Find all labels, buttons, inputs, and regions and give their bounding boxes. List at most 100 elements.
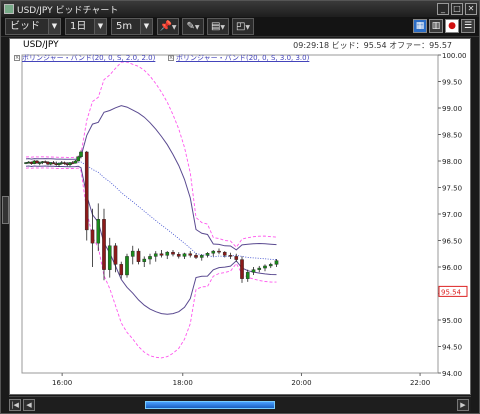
candle bbox=[107, 245, 112, 270]
y-tick-label: 99.50 bbox=[442, 79, 462, 87]
candle bbox=[130, 250, 135, 257]
candle bbox=[153, 253, 158, 257]
quote-time: 09:29:18 bbox=[293, 41, 330, 50]
candle bbox=[102, 219, 106, 270]
candle bbox=[73, 160, 78, 164]
close-icon[interactable]: × bbox=[168, 55, 174, 61]
bid-value: 95.54 bbox=[363, 41, 387, 50]
y-tick-label: 98.50 bbox=[442, 132, 462, 140]
settings-icon[interactable]: ☰ bbox=[461, 19, 475, 33]
y-tick-label: 94.00 bbox=[442, 370, 462, 378]
y-tick-label: 100.00 bbox=[442, 52, 467, 60]
candle bbox=[263, 265, 267, 269]
x-tick-label: 22:00 bbox=[410, 379, 430, 387]
price-chart[interactable]: 100.00 99.50 99.00 98.50 98.00 97.50 97.00 96.5… bbox=[10, 39, 470, 394]
pin-tool-button[interactable]: 📌▼ bbox=[157, 18, 179, 35]
y-tick-label: 97.50 bbox=[442, 185, 462, 193]
candle bbox=[182, 253, 187, 257]
layout-icon[interactable]: ▦ bbox=[413, 19, 427, 33]
candle bbox=[217, 250, 221, 253]
candle bbox=[234, 256, 239, 260]
pin-icon: 📌 bbox=[159, 21, 172, 32]
printer-icon: ▤ bbox=[210, 21, 221, 32]
candle bbox=[165, 251, 170, 256]
candle bbox=[194, 255, 198, 258]
title-bar[interactable]: USD/JPY ビッドチャート _ □ ✕ bbox=[1, 1, 479, 17]
chart-area[interactable]: 100.00 99.50 99.00 98.50 98.00 97.50 97.00 96.5… bbox=[9, 38, 471, 395]
candle bbox=[240, 259, 244, 279]
candle bbox=[228, 255, 233, 257]
candle bbox=[148, 256, 152, 260]
last-price-label: 95.54 bbox=[441, 288, 462, 296]
candle bbox=[79, 151, 83, 157]
chevron-down-icon: ▼ bbox=[140, 19, 152, 34]
close-button[interactable]: ✕ bbox=[465, 3, 477, 15]
chevron-down-icon: ▼ bbox=[48, 19, 60, 34]
candle bbox=[274, 260, 279, 265]
candle bbox=[142, 258, 147, 262]
y-tick-label: 96.50 bbox=[442, 238, 462, 246]
candle bbox=[176, 254, 181, 257]
legend-bb-3[interactable]: × ボリンジャー・バンド(20, 0, S, 3.0, 3.0) bbox=[168, 53, 309, 63]
y-tick-label: 98.00 bbox=[442, 158, 462, 166]
candle bbox=[96, 219, 101, 244]
scroll-right-button[interactable]: ▶ bbox=[457, 399, 469, 411]
price-type-value: ビッド bbox=[10, 21, 40, 32]
offer-value: 95.57 bbox=[429, 41, 452, 50]
candle bbox=[84, 151, 89, 231]
candle bbox=[188, 253, 193, 256]
period-value: 1日 bbox=[70, 21, 87, 32]
scroll-left-button[interactable]: ◀ bbox=[23, 399, 35, 411]
draw-tool-button[interactable]: ✎▼ bbox=[182, 18, 204, 35]
y-tick-label: 96.00 bbox=[442, 264, 462, 272]
window-title: USD/JPY ビッドチャート bbox=[17, 6, 119, 16]
app-icon bbox=[4, 4, 14, 14]
candle bbox=[159, 253, 164, 256]
candle bbox=[245, 272, 250, 279]
chart-tool-button[interactable]: ◰▼ bbox=[232, 18, 254, 35]
offer-label: オファー： bbox=[389, 41, 430, 50]
interval-select[interactable]: 5m ▼ bbox=[111, 18, 153, 35]
toolbar: ビッド ▼ 1日 ▼ 5m ▼ 📌▼ ✎▼ ▤▼ ◰▼ ▦ ▥ ● ☰ bbox=[1, 17, 479, 37]
alert-icon[interactable]: ● bbox=[445, 19, 459, 33]
minimize-button[interactable]: _ bbox=[437, 3, 449, 15]
side-panel-handle[interactable] bbox=[2, 196, 9, 224]
bid-label: ビッド： bbox=[331, 41, 364, 50]
interval-value: 5m bbox=[116, 21, 133, 32]
symbol-label: USD/JPY bbox=[23, 40, 59, 50]
candle bbox=[125, 256, 129, 276]
quote-readout: 09:29:18 ビッド：95.54 オファー：95.57 bbox=[293, 40, 452, 51]
plot-frame bbox=[21, 54, 439, 374]
close-icon[interactable]: × bbox=[14, 55, 20, 61]
x-tick-label: 20:00 bbox=[291, 379, 311, 387]
candle bbox=[76, 156, 81, 162]
maximize-button[interactable]: □ bbox=[451, 3, 463, 15]
candle bbox=[90, 229, 95, 244]
pencil-icon: ✎ bbox=[186, 21, 195, 32]
scroll-first-button[interactable]: |◀ bbox=[9, 399, 21, 411]
period-select[interactable]: 1日 ▼ bbox=[65, 18, 107, 35]
candle bbox=[136, 250, 141, 262]
x-tick-label: 16:00 bbox=[52, 379, 72, 387]
y-tick-label: 95.00 bbox=[442, 317, 462, 325]
scroll-thumb[interactable] bbox=[145, 401, 275, 409]
candle bbox=[113, 245, 118, 265]
candle bbox=[268, 264, 273, 267]
chart-icon: ◰ bbox=[235, 21, 246, 32]
x-tick-label: 18:00 bbox=[173, 379, 193, 387]
candle bbox=[199, 255, 204, 258]
chevron-down-icon: ▼ bbox=[94, 19, 106, 34]
legend-bb-2[interactable]: × ボリンジャー・バンド(20, 0, S, 2.0, 2.0) bbox=[14, 53, 155, 63]
print-tool-button[interactable]: ▤▼ bbox=[207, 18, 229, 35]
candle bbox=[205, 253, 210, 256]
price-type-select[interactable]: ビッド ▼ bbox=[5, 18, 61, 35]
grid-icon[interactable]: ▥ bbox=[429, 19, 443, 33]
candle bbox=[171, 251, 175, 255]
chart-window: USD/JPY ビッドチャート _ □ ✕ ビッド ▼ 1日 ▼ 5m ▼ 📌▼… bbox=[0, 0, 480, 414]
chart-header: USD/JPY 09:29:18 ビッド：95.54 オファー：95.57 bbox=[10, 39, 470, 51]
candle bbox=[119, 264, 124, 276]
y-tick-label: 99.00 bbox=[442, 105, 462, 113]
candle bbox=[211, 250, 216, 254]
candle bbox=[222, 251, 227, 256]
time-scrollbar[interactable]: |◀ ◀ ▶ bbox=[9, 396, 471, 412]
